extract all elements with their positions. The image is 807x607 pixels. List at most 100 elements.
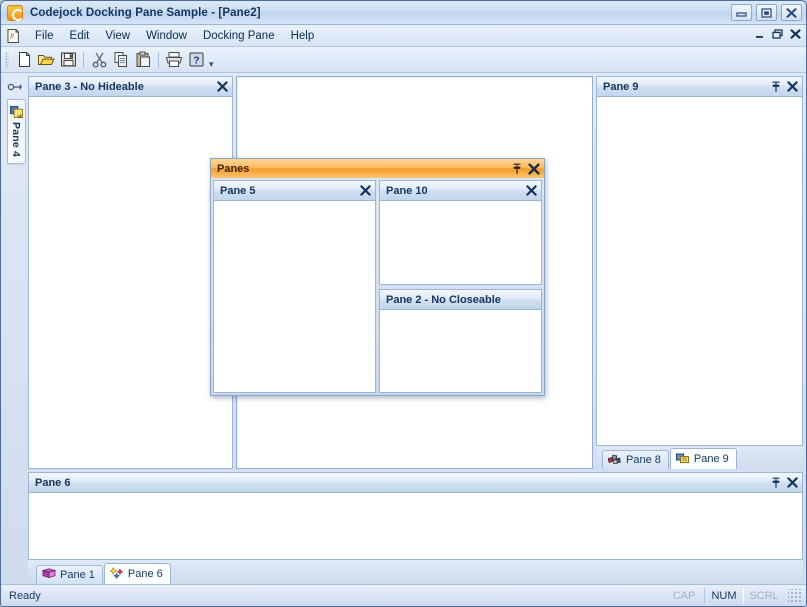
menu-item-file[interactable]: File xyxy=(27,27,62,45)
status-message: Ready xyxy=(9,589,41,602)
window-icon xyxy=(675,452,690,467)
codejock-logo-icon xyxy=(7,4,24,21)
cut-icon[interactable] xyxy=(88,49,110,71)
tab-pane-6[interactable]: Pane 6 xyxy=(103,563,171,584)
status-bar: Ready CAP NUM SCRL xyxy=(1,584,806,606)
svg-text:?: ? xyxy=(193,55,199,67)
right-tabstrip: Pane 8 Pane 9 xyxy=(596,446,803,469)
bottom-tabstrip: Pane 1 Pane 6 xyxy=(28,560,803,584)
auto-hide-pin-icon[interactable] xyxy=(7,80,25,94)
pane-10-caption-buttons xyxy=(526,185,537,196)
pane-9-caption[interactable]: Pane 9 xyxy=(596,76,803,96)
close-button[interactable] xyxy=(781,4,802,21)
auto-hide-tab-pane4[interactable]: ? Pane 4 xyxy=(6,99,26,165)
toolbar-overflow-icon[interactable]: ▾ xyxy=(209,59,214,72)
svg-text:?: ? xyxy=(14,114,21,118)
pane-5-caption-buttons xyxy=(360,185,371,196)
menu-item-edit[interactable]: Edit xyxy=(62,27,98,45)
tab-pane-8[interactable]: Pane 8 xyxy=(602,450,669,469)
pane-3-body[interactable] xyxy=(28,96,233,469)
mdi-child-controls xyxy=(755,29,801,42)
pane-6-title: Pane 6 xyxy=(35,476,71,489)
book-icon xyxy=(41,567,57,583)
tab-pane-9-label: Pane 9 xyxy=(693,453,729,465)
floating-close-icon[interactable] xyxy=(528,162,540,175)
pane-9-body[interactable] xyxy=(596,96,803,446)
floating-pin-icon[interactable] xyxy=(512,163,522,175)
new-icon[interactable] xyxy=(13,49,35,71)
pane-9-close-icon[interactable] xyxy=(787,81,798,92)
tab-pane-1-label: Pane 1 xyxy=(60,569,95,581)
pane-6-caption[interactable]: Pane 6 xyxy=(28,472,803,492)
pane-9-title: Pane 9 xyxy=(603,80,639,93)
status-cap: CAP xyxy=(672,589,696,602)
pane-3-caption-buttons xyxy=(217,81,228,92)
pane-10-close-icon[interactable] xyxy=(526,185,537,196)
pane-6: Pane 6 xyxy=(28,472,803,560)
floating-window-caption[interactable]: Panes xyxy=(211,159,544,178)
menu-item-help[interactable]: Help xyxy=(283,27,323,45)
svg-text:ft: ft xyxy=(10,32,14,39)
pane-5: Pane 5 xyxy=(213,180,376,393)
pane-3-close-icon[interactable] xyxy=(217,81,228,92)
pane-2-caption[interactable]: Pane 2 - No Closeable xyxy=(379,289,542,309)
pane-10-caption[interactable]: Pane 10 xyxy=(379,180,542,200)
pane-6-close-icon[interactable] xyxy=(787,477,798,488)
floating-window-body: Pane 5 Pane 10 Pane 2 - No Closeable xyxy=(213,178,542,393)
copy-icon[interactable] xyxy=(110,49,132,71)
pane-5-caption[interactable]: Pane 5 xyxy=(213,180,376,200)
print-icon[interactable] xyxy=(163,49,185,71)
status-indicators: CAP NUM SCRL xyxy=(664,587,802,604)
maximize-button[interactable] xyxy=(756,4,777,21)
pane-10-title: Pane 10 xyxy=(386,184,428,197)
pane-5-body[interactable] xyxy=(213,200,376,393)
paste-icon[interactable] xyxy=(132,49,154,71)
resize-grip[interactable] xyxy=(788,588,802,603)
dock-right: Pane 9 Pane 8 Pane 9 xyxy=(596,76,803,469)
menu-bar: ft File Edit View Window Docking Pane He… xyxy=(1,25,806,47)
toolbar-separator xyxy=(83,51,84,68)
workspace: ? Pane 4 Pane 3 - No Hideable Pane 9 Pan… xyxy=(1,73,806,584)
mdi-document-icon: ft xyxy=(5,28,21,44)
save-icon[interactable] xyxy=(57,49,79,71)
menu-item-window[interactable]: Window xyxy=(138,27,195,45)
status-scrl: SCRL xyxy=(749,589,779,602)
pane-6-pin-icon[interactable] xyxy=(771,477,781,489)
menu-item-docking-pane[interactable]: Docking Pane xyxy=(195,27,283,45)
pane-9-caption-buttons xyxy=(771,81,798,93)
menu-item-view[interactable]: View xyxy=(97,27,138,45)
pane-3: Pane 3 - No Hideable xyxy=(28,76,233,469)
pane-9-pin-icon[interactable] xyxy=(771,81,781,93)
pane-6-body[interactable] xyxy=(28,492,803,560)
status-num: NUM xyxy=(704,587,744,604)
sparkle-icon xyxy=(109,566,124,582)
pane-2-body[interactable] xyxy=(379,309,542,393)
minimize-button[interactable] xyxy=(731,4,752,21)
tab-pane-6-label: Pane 6 xyxy=(127,568,163,580)
pane-5-title: Pane 5 xyxy=(220,184,256,197)
toolbar-grip[interactable] xyxy=(5,51,9,68)
open-icon[interactable] xyxy=(35,49,57,71)
tab-pane-8-label: Pane 8 xyxy=(626,454,661,466)
floating-panes-window[interactable]: Panes Pane 5 Pane 10 Pane 2 - No Closeab… xyxy=(210,158,545,396)
floating-right-column: Pane 10 Pane 2 - No Closeable xyxy=(379,180,542,393)
title-bar: Codejock Docking Pane Sample - [Pane2] xyxy=(1,1,806,25)
mdi-minimize-icon[interactable] xyxy=(755,29,766,42)
window-title: Codejock Docking Pane Sample - [Pane2] xyxy=(30,6,261,19)
toolbar-separator xyxy=(158,51,159,68)
window-controls xyxy=(731,4,802,21)
floating-window-buttons xyxy=(512,162,540,175)
tab-pane-9[interactable]: Pane 9 xyxy=(669,448,737,469)
pane-10-body[interactable] xyxy=(379,200,542,285)
mdi-close-icon[interactable] xyxy=(790,29,801,42)
blocks-icon xyxy=(607,453,622,468)
pane-2: Pane 2 - No Closeable xyxy=(379,289,542,393)
help-icon[interactable]: ? xyxy=(185,49,207,71)
application-window: Codejock Docking Pane Sample - [Pane2] f… xyxy=(0,0,807,607)
pane-5-close-icon[interactable] xyxy=(360,185,371,196)
tab-pane-1[interactable]: Pane 1 xyxy=(36,565,103,584)
mdi-restore-icon[interactable] xyxy=(772,29,784,42)
help-window-icon: ? xyxy=(9,105,23,118)
pane-3-caption[interactable]: Pane 3 - No Hideable xyxy=(28,76,233,96)
pane-9: Pane 9 xyxy=(596,76,803,446)
